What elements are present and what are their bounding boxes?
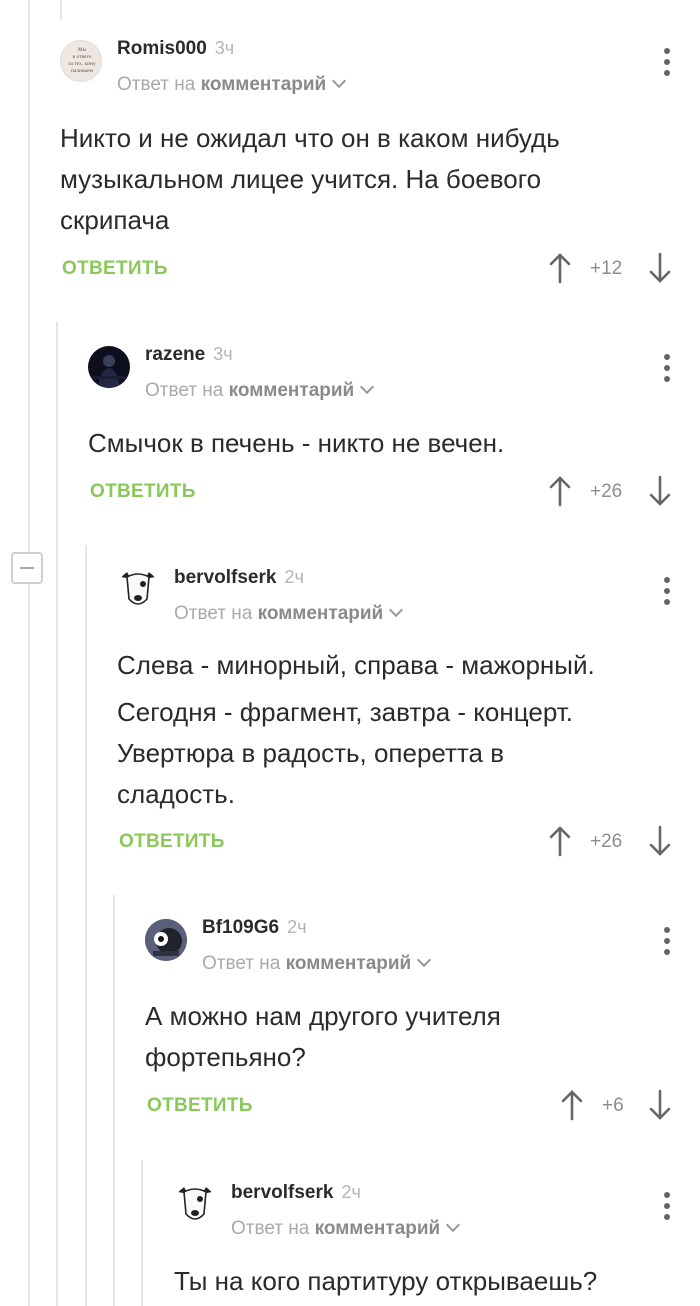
comment: Bf109G6 2ч Ответ на комментарий А можно н… (145, 917, 700, 1129)
upvote-arrow-icon[interactable] (548, 825, 572, 857)
reply-to-link[interactable]: Ответ на комментарий (174, 602, 404, 625)
username-link[interactable]: razene 3ч (145, 344, 233, 366)
reply-target[interactable]: комментарий (286, 953, 412, 974)
reply-target[interactable]: комментарий (258, 603, 384, 624)
username-link[interactable]: bervolfserk 2ч (231, 1182, 361, 1204)
score: +26 (590, 831, 623, 852)
vote-controls: +26 (548, 475, 672, 509)
username-text[interactable]: bervolfserk (231, 1182, 333, 1203)
username-text[interactable]: razene (145, 344, 205, 365)
collapse-thread-button[interactable] (11, 552, 43, 584)
username-link[interactable]: Romis000 3ч (117, 38, 234, 60)
username-text[interactable]: Romis000 (117, 38, 207, 59)
downvote-arrow-icon[interactable] (648, 252, 672, 284)
score: +6 (602, 1095, 624, 1116)
svg-text:Мы: Мы (78, 47, 87, 53)
more-icon[interactable] (664, 927, 670, 955)
comment-text: Никто и не ожидал что он в каком нибудь … (60, 118, 560, 241)
score: +26 (590, 481, 623, 502)
comment: razene 3ч Ответ на комментарий Смычок в п… (88, 344, 700, 516)
downvote-arrow-icon[interactable] (648, 1089, 672, 1121)
reply-button[interactable]: ОТВЕТИТЬ (90, 481, 196, 503)
reply-prefix: Ответ на (117, 74, 196, 95)
downvote-arrow-icon[interactable] (648, 825, 672, 857)
comment-line: Ты на кого партитуру открываешь? (174, 1266, 598, 1296)
score: +12 (590, 258, 623, 279)
svg-text:за тех, кому: за тех, кому (68, 61, 96, 67)
comment-line: Слева - минорный, справа - мажорный. (117, 650, 595, 680)
username-link[interactable]: bervolfserk 2ч (174, 567, 304, 589)
comment-line: Смычок в печень - никто не вечен. (88, 428, 505, 458)
comment-text: Смычок в печень - никто не вечен. (88, 423, 504, 464)
reply-button[interactable]: ОТВЕТИТЬ (147, 1095, 253, 1117)
reply-target[interactable]: комментарий (201, 74, 327, 95)
vote-controls: +26 (548, 825, 672, 859)
comment-line: фортепьяно? (145, 1042, 306, 1072)
comment-text: Слева - минорный, справа - мажорный. Сег… (117, 645, 595, 815)
more-icon[interactable] (664, 577, 670, 605)
chevron-down-icon[interactable] (446, 1217, 461, 1233)
comment-line: сладость. (117, 779, 235, 809)
timestamp: 3ч (214, 38, 235, 58)
timestamp: 2ч (287, 917, 307, 937)
reply-button[interactable]: ОТВЕТИТЬ (119, 831, 225, 853)
avatar[interactable]: Мы в ответе за тех, кому наливаем (60, 40, 102, 82)
comment: bervolfserk 2ч Ответ на комментарий Слева… (117, 567, 700, 869)
vote-controls: +6 (560, 1089, 672, 1123)
comment: bervolfserk 2ч Ответ на комментарий Ты на… (174, 1182, 700, 1306)
svg-text:в ответе: в ответе (73, 54, 92, 60)
thread-line (60, 0, 62, 20)
vote-controls: +12 (548, 252, 672, 286)
timestamp: 2ч (284, 567, 304, 587)
timestamp: 3ч (213, 344, 233, 364)
reply-button[interactable]: ОТВЕТИТЬ (62, 258, 168, 280)
comment-line: Никто и не ожидал что он в каком нибудь (60, 123, 560, 153)
thread-line (113, 895, 115, 1306)
timestamp: 2ч (341, 1182, 361, 1202)
chevron-down-icon[interactable] (389, 602, 404, 618)
comment-line: А можно нам другого учителя (145, 1001, 501, 1031)
upvote-arrow-icon[interactable] (560, 1089, 584, 1121)
username-text[interactable]: bervolfserk (174, 567, 276, 588)
chevron-down-icon[interactable] (332, 73, 347, 89)
reply-prefix: Ответ на (174, 603, 253, 624)
comment-line: скрипача (60, 205, 170, 235)
comment-line: Увертюра в радость, оперетта в (117, 738, 505, 768)
avatar[interactable] (174, 1184, 216, 1226)
reply-prefix: Ответ на (202, 953, 281, 974)
reply-prefix: Ответ на (145, 380, 224, 401)
thread-line (56, 322, 58, 1306)
more-icon[interactable] (664, 354, 670, 382)
svg-text:наливаем: наливаем (71, 68, 94, 74)
thread-line (28, 0, 30, 1306)
upvote-arrow-icon[interactable] (548, 252, 572, 284)
upvote-arrow-icon[interactable] (548, 475, 572, 507)
avatar[interactable] (117, 569, 159, 611)
chevron-down-icon[interactable] (360, 379, 375, 395)
reply-target[interactable]: комментарий (229, 380, 355, 401)
thread-line (141, 1160, 143, 1306)
comment-text: А можно нам другого учителя фортепьяно? (145, 996, 501, 1078)
reply-target[interactable]: комментарий (315, 1218, 441, 1239)
avatar[interactable] (145, 919, 187, 961)
reply-to-link[interactable]: Ответ на комментарий (117, 73, 347, 96)
chevron-down-icon[interactable] (417, 952, 432, 968)
comment-text: Ты на кого партитуру открываешь? (174, 1261, 597, 1302)
reply-to-link[interactable]: Ответ на комментарий (202, 952, 432, 975)
thread-line (85, 545, 87, 1306)
reply-prefix: Ответ на (231, 1218, 310, 1239)
avatar[interactable] (88, 346, 130, 388)
comment-line: Сегодня - фрагмент, завтра - концерт. (117, 697, 573, 727)
comment: Мы в ответе за тех, кому наливаем Romis0… (60, 38, 700, 290)
more-icon[interactable] (664, 48, 670, 76)
username-text[interactable]: Bf109G6 (202, 917, 279, 938)
more-icon[interactable] (664, 1192, 670, 1220)
downvote-arrow-icon[interactable] (648, 475, 672, 507)
username-link[interactable]: Bf109G6 2ч (202, 917, 307, 939)
reply-to-link[interactable]: Ответ на комментарий (145, 379, 375, 402)
comment-line: музыкальном лицее учится. На боевого (60, 164, 542, 194)
reply-to-link[interactable]: Ответ на комментарий (231, 1217, 461, 1240)
